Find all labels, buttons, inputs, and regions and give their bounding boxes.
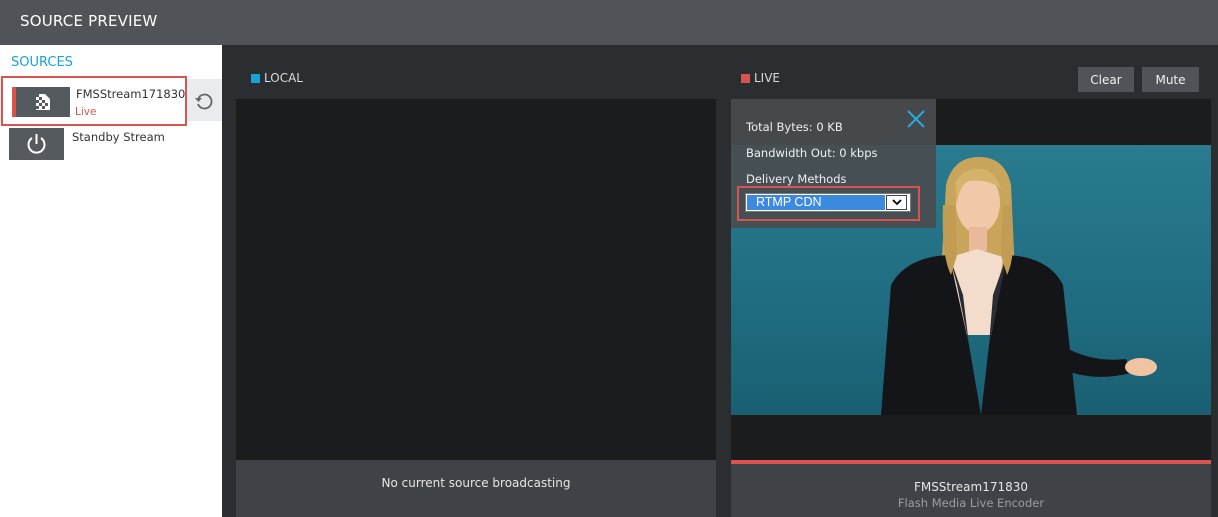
source-status: Live — [75, 106, 97, 118]
live-encoder-name: Flash Media Live Encoder — [897, 496, 1045, 510]
close-button[interactable] — [906, 109, 926, 129]
bandwidth-out-text: Bandwidth Out: 0 kbps — [746, 146, 878, 160]
mute-button[interactable]: Mute — [1142, 67, 1199, 92]
sources-heading: SOURCES — [11, 55, 73, 70]
live-panel-header: LIVE Clear Mute — [731, 59, 1211, 99]
clear-button[interactable]: Clear — [1078, 67, 1134, 92]
stream-stats-popup: Total Bytes: 0 KB Bandwidth Out: 0 kbps … — [731, 99, 936, 228]
standby-thumbnail[interactable] — [9, 128, 64, 160]
local-preview-panel: LOCAL No current source broadcasting — [236, 59, 716, 517]
live-indicator — [741, 74, 750, 83]
close-icon — [907, 110, 925, 128]
refresh-button[interactable] — [189, 89, 219, 113]
delivery-method-select[interactable]: RTMP CDN — [745, 193, 911, 212]
standby-source-name[interactable]: Standby Stream — [72, 130, 165, 144]
local-label: LOCAL — [264, 71, 303, 85]
top-bar: SOURCE PREVIEW — [0, 0, 1218, 45]
live-panel-footer: FMSStream171830 Flash Media Live Encoder — [731, 464, 1211, 517]
local-status-text: No current source broadcasting — [381, 476, 571, 490]
live-label: LIVE — [754, 71, 781, 85]
chevron-down-icon — [891, 199, 902, 206]
dropdown-button[interactable] — [886, 195, 907, 210]
source-thumbnail — [12, 87, 70, 117]
total-bytes-text: Total Bytes: 0 KB — [746, 120, 843, 134]
page-title: SOURCE PREVIEW — [20, 12, 158, 30]
delivery-method-value: RTMP CDN — [747, 195, 885, 210]
local-indicator — [251, 74, 260, 83]
refresh-icon — [195, 93, 213, 110]
power-icon — [27, 134, 46, 154]
source-item-fmsstream[interactable]: FMSStream171830 Live — [1, 76, 187, 126]
source-name: FMSStream171830 — [76, 87, 186, 101]
delivery-methods-label: Delivery Methods — [746, 172, 847, 186]
live-source-name: FMSStream171830 — [913, 480, 1029, 494]
local-panel-footer: No current source broadcasting — [236, 460, 716, 517]
local-panel-header: LOCAL — [236, 59, 716, 99]
encoder-logo-icon — [36, 94, 50, 110]
sources-sidebar: SOURCES FMSStream171830 Live Standby Str… — [0, 45, 222, 517]
